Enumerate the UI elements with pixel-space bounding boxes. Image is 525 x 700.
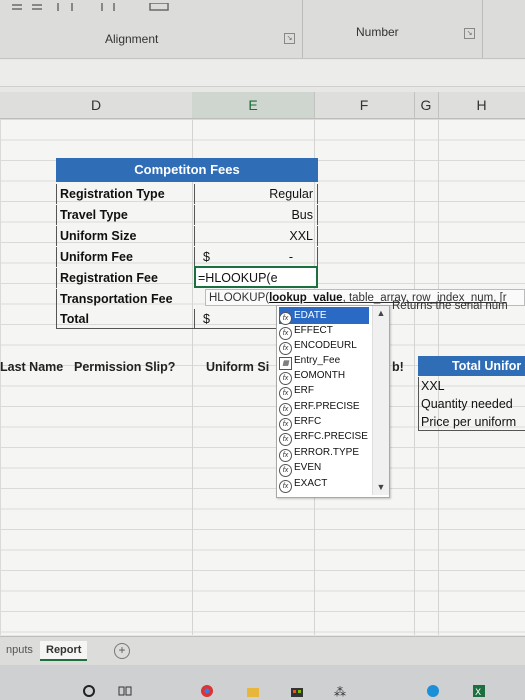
label-total[interactable]: Total xyxy=(56,309,194,329)
price-per-uniform-label[interactable]: Price per uniform xyxy=(418,413,525,431)
windows-taskbar: ⁂ X xyxy=(0,665,525,700)
ribbon: Alignment ↘ Number ↘ xyxy=(0,0,525,59)
column-headers: D E F G H xyxy=(0,92,525,119)
value-uniform-fee[interactable]: $ - xyxy=(194,247,318,267)
autocomplete-item-label: EXACT xyxy=(294,478,328,489)
ribbon-divider xyxy=(482,0,483,58)
function-icon: fx xyxy=(279,480,292,493)
column-header-e[interactable]: E xyxy=(192,92,315,118)
scroll-down-icon[interactable]: ▼ xyxy=(373,482,389,492)
autocomplete-item-label: EVEN xyxy=(294,462,322,473)
scroll-up-icon[interactable]: ▲ xyxy=(373,308,389,318)
alignment-group-label: Alignment xyxy=(105,32,159,46)
store-icon[interactable] xyxy=(290,684,304,698)
tooltip-function-name[interactable]: HLOOKUP( xyxy=(209,292,269,304)
autocomplete-item-label: ERF xyxy=(294,385,314,396)
sheet-tab-bar: nputs Report + xyxy=(0,636,525,665)
search-icon[interactable] xyxy=(82,684,96,698)
header-last-name[interactable]: Last Name xyxy=(0,360,63,374)
uniform-table-title: Total Unifor xyxy=(418,356,525,376)
add-sheet-icon[interactable]: + xyxy=(114,643,130,659)
header-partial[interactable]: b! xyxy=(392,360,404,374)
column-header-f[interactable]: F xyxy=(314,92,415,118)
label-uniform-fee[interactable]: Uniform Fee xyxy=(56,247,194,267)
label-registration-type[interactable]: Registration Type xyxy=(56,184,194,204)
number-group-label: Number xyxy=(356,25,399,39)
autocomplete-item-label: ERF.PRECISE xyxy=(294,401,360,412)
file-explorer-icon[interactable] xyxy=(246,684,260,698)
alignment-launcher-icon[interactable]: ↘ xyxy=(284,33,295,44)
autocomplete-item-label: ERFC.PRECISE xyxy=(294,431,368,442)
formula-bar[interactable] xyxy=(0,60,525,87)
autocomplete-item-label: EFFECT xyxy=(294,325,333,336)
autocomplete-item[interactable]: fx EXACT xyxy=(279,475,369,493)
teams-icon[interactable]: ⁂ xyxy=(334,684,348,698)
zero-dash: - xyxy=(288,250,293,264)
autocomplete-item-label: EOMONTH xyxy=(294,370,346,381)
column-header-d[interactable]: D xyxy=(0,92,193,118)
label-uniform-size[interactable]: Uniform Size xyxy=(56,226,194,246)
uniform-size-cell[interactable]: XXL xyxy=(418,377,525,395)
value-registration-type[interactable]: Regular xyxy=(194,184,318,204)
function-description: Returns the serial num xyxy=(392,300,508,312)
header-permission-slip[interactable]: Permission Slip? xyxy=(74,360,175,374)
gridline xyxy=(414,119,415,635)
autocomplete-item-label: ERFC xyxy=(294,416,322,427)
autocomplete-item-label: ERROR.TYPE xyxy=(294,447,360,458)
sheet-tab-inputs[interactable]: nputs xyxy=(0,641,39,659)
autocomplete-item[interactable]: fx ERFC.PRECISE xyxy=(279,428,369,446)
value-uniform-size[interactable]: XXL xyxy=(194,226,318,246)
autocomplete-item-label: EDATE xyxy=(294,310,327,321)
fees-table-title: Competiton Fees xyxy=(56,158,318,182)
registration-fee-formula-cell[interactable]: =HLOOKUP(e xyxy=(194,266,318,288)
label-transportation-fee[interactable]: Transportation Fee xyxy=(56,289,194,309)
label-travel-type[interactable]: Travel Type xyxy=(56,205,194,225)
autocomplete-item-label: Entry_Fee xyxy=(294,355,341,366)
svg-text:⁂: ⁂ xyxy=(334,685,346,698)
ribbon-divider xyxy=(302,0,303,58)
formula-autocomplete-list[interactable]: fx EDATE fx EFFECT fx ENCODEURL ▦ Entry_Fee … xyxy=(276,305,390,498)
column-header-h[interactable]: H xyxy=(438,92,525,118)
autocomplete-item[interactable]: fx EVEN xyxy=(279,459,369,477)
currency-symbol: $ xyxy=(203,250,210,264)
autocomplete-item[interactable]: fx ERF xyxy=(279,382,369,400)
excel-icon[interactable]: X xyxy=(472,684,486,698)
sheet-tab-report[interactable]: Report xyxy=(40,641,88,661)
label-registration-fee[interactable]: Registration Fee xyxy=(56,268,194,288)
quantity-needed-label[interactable]: Quantity needed xyxy=(418,395,525,413)
ribbon-controls-strip[interactable] xyxy=(10,0,190,11)
task-view-icon[interactable] xyxy=(118,684,132,698)
tooltip-current-argument[interactable]: lookup_value xyxy=(269,292,343,304)
column-header-g[interactable]: G xyxy=(414,92,439,118)
edge-icon[interactable] xyxy=(426,684,440,698)
number-launcher-icon[interactable]: ↘ xyxy=(464,28,475,39)
value-travel-type[interactable]: Bus xyxy=(194,205,318,225)
svg-text:X: X xyxy=(475,688,481,698)
header-uniform-size[interactable]: Uniform Si xyxy=(206,360,274,374)
chrome-icon[interactable] xyxy=(200,684,214,698)
autocomplete-scrollbar[interactable]: ▲ ▼ xyxy=(372,306,389,495)
autocomplete-item-label: ENCODEURL xyxy=(294,340,357,351)
